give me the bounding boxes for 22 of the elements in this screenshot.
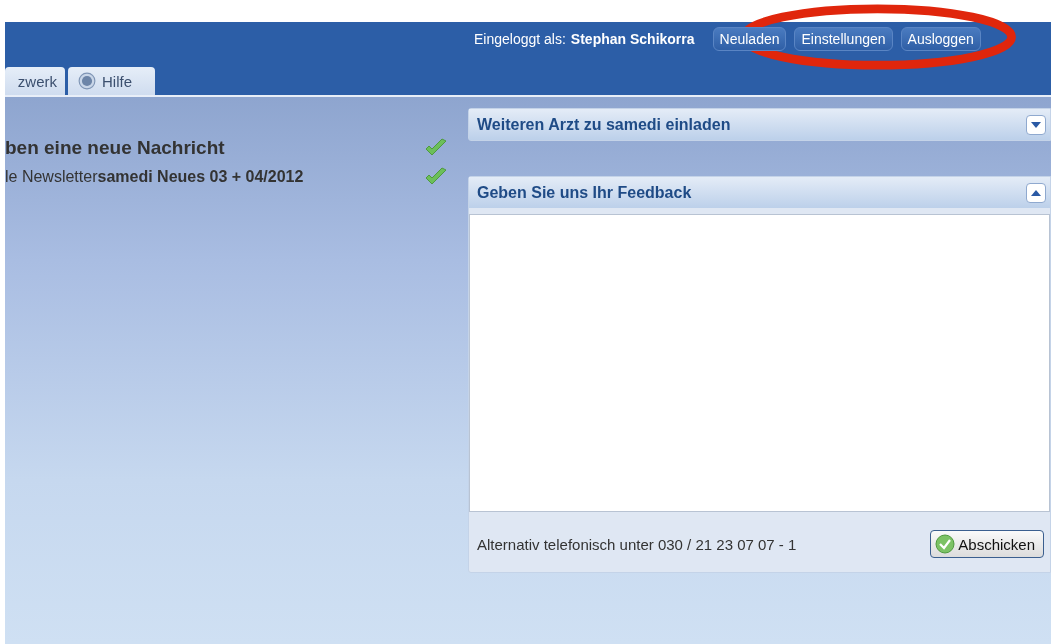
user-name: Stephan Schikorra	[570, 31, 695, 47]
check-icon	[424, 138, 448, 158]
expand-icon	[1031, 121, 1041, 128]
submit-button[interactable]: Abschicken	[930, 530, 1044, 558]
collapse-icon	[1031, 189, 1041, 196]
tab[interactable]: zwerk	[5, 67, 65, 95]
check-icon	[935, 534, 956, 554]
help-icon	[78, 72, 96, 90]
panel-toggle[interactable]	[1026, 114, 1046, 135]
phone-note: Alternativ telefonisch unter 030 / 21 23 07 07 - 1	[477, 535, 797, 553]
tab[interactable]: Hilfe	[68, 67, 155, 95]
login-label: Eingeloggt als:	[474, 31, 566, 47]
header-button[interactable]: Ausloggen	[900, 27, 981, 51]
check-icon	[424, 167, 448, 187]
panel-toggle[interactable]	[1026, 182, 1046, 203]
message-text: ben eine neue Nachricht	[5, 137, 225, 159]
panel-title: Weiteren Arzt zu samedi einladen	[477, 115, 731, 134]
header-button[interactable]: Einstellungen	[794, 27, 893, 51]
panel-title: Geben Sie uns Ihr Feedback	[477, 183, 692, 202]
message-text: le Newslettersamedi Neues 03 + 04/2012	[5, 168, 304, 186]
feedback-field[interactable]	[469, 214, 1050, 512]
header-button[interactable]: Neuladen	[712, 27, 787, 51]
